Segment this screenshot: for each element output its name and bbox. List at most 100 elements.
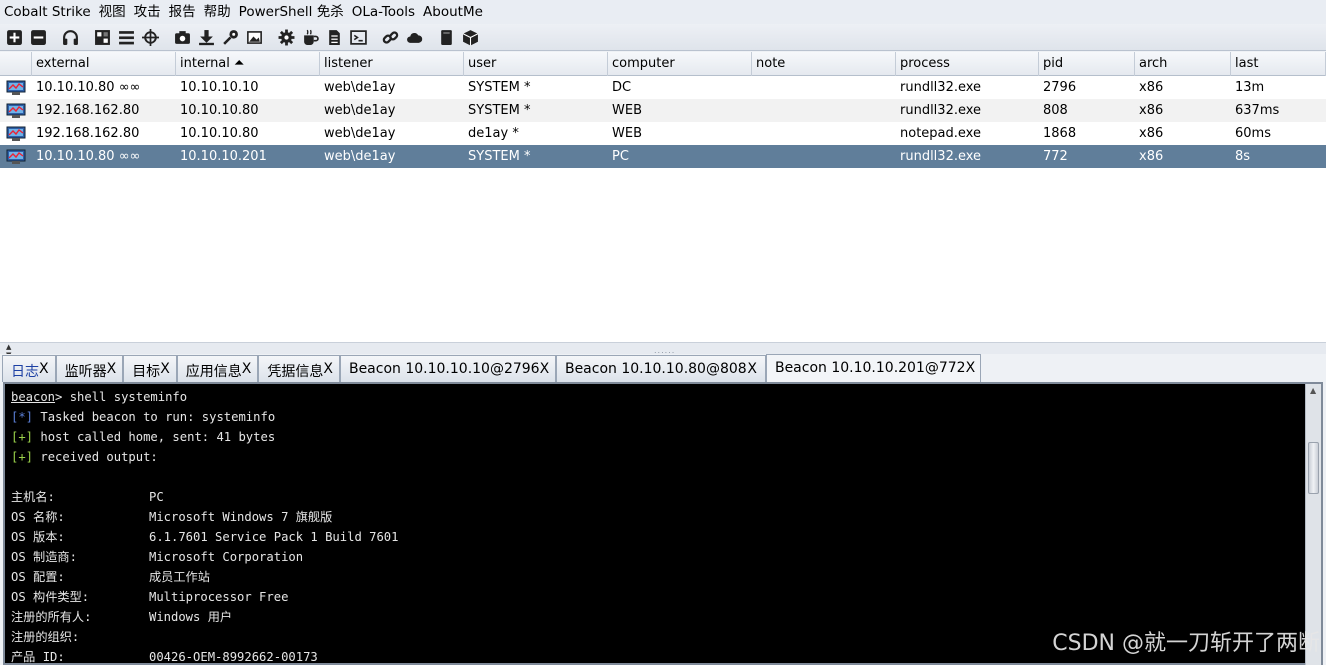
menu-attack[interactable]: 攻击	[130, 1, 165, 23]
camera-icon[interactable]	[171, 26, 193, 48]
col-listener[interactable]: listener	[320, 52, 464, 76]
book-icon[interactable]	[435, 26, 457, 48]
col-pid[interactable]: pid	[1039, 52, 1135, 76]
crosshair-icon[interactable]	[139, 26, 161, 48]
col-arch[interactable]: arch	[1135, 52, 1231, 76]
field-key: 注册的所有人:	[11, 610, 92, 624]
tab-listeners[interactable]: 监听器 X	[55, 355, 124, 382]
tab-close-button[interactable]: X	[242, 361, 252, 382]
tab-close-button[interactable]: X	[540, 361, 550, 382]
tab-beacon-808[interactable]: Beacon 10.10.10.80@808 X	[555, 355, 766, 382]
tab-label: Beacon 10.10.10.10@2796	[348, 361, 540, 377]
systeminfo-field: 主机名: PC	[11, 487, 1305, 507]
col-internal[interactable]: internal ⏶	[176, 52, 320, 76]
col-process[interactable]: process	[896, 52, 1039, 76]
tab-label: 监听器	[64, 364, 107, 380]
cell-last: 8s	[1235, 149, 1251, 164]
menu-about-me[interactable]: AboutMe	[419, 1, 487, 23]
tab-beacon-772[interactable]: Beacon 10.10.10.201@772 X	[765, 354, 981, 382]
field-key: OS 版本:	[11, 530, 65, 544]
tab-close-button[interactable]: X	[160, 361, 170, 382]
col-external[interactable]: external	[32, 52, 176, 76]
tab-label: Beacon 10.10.10.80@808	[564, 361, 747, 377]
beacon-computer-icon	[0, 149, 32, 165]
field-value: 6.1.7601 Service Pack 1 Build 7601	[149, 530, 399, 544]
tab-log[interactable]: 日志 X	[2, 355, 56, 382]
menu-reports[interactable]: 报告	[165, 1, 200, 23]
cell-arch: x86	[1139, 80, 1164, 95]
cell-process: rundll32.exe	[900, 149, 982, 164]
field-value: 成员工作站	[149, 570, 210, 584]
tab-label: 目标	[132, 364, 161, 380]
terminal-icon[interactable]	[347, 26, 369, 48]
package-icon[interactable]	[459, 26, 481, 48]
cell-process: notepad.exe	[900, 126, 981, 141]
cell-user: SYSTEM *	[468, 103, 531, 118]
tab-close-button[interactable]: X	[747, 361, 757, 382]
table-row[interactable]: 192.168.162.80 10.10.10.80 web\de1ay de1ay …	[0, 122, 1326, 145]
download-icon[interactable]	[195, 26, 217, 48]
cell-listener: web\de1ay	[324, 103, 396, 118]
tab-beacon-2796[interactable]: Beacon 10.10.10.10@2796 X	[339, 355, 556, 382]
console-line-text: received output:	[33, 450, 158, 464]
field-key: OS 构件类型:	[11, 590, 90, 604]
console-scrollbar[interactable]: ▲	[1305, 384, 1321, 665]
coffee-icon[interactable]	[299, 26, 321, 48]
network-graph-icon[interactable]	[91, 26, 113, 48]
document-icon[interactable]	[323, 26, 345, 48]
pane-splitter[interactable]: ▲▼ ......	[0, 342, 1326, 359]
field-key: OS 名称:	[11, 510, 65, 524]
table-row[interactable]: 10.10.10.80 ∞∞ 10.10.10.201 web\de1ay SYSTE…	[0, 145, 1326, 168]
plus-icon[interactable]	[3, 26, 25, 48]
cell-arch: x86	[1139, 149, 1164, 164]
field-value: Microsoft Corporation	[149, 550, 304, 564]
image-icon[interactable]	[243, 26, 265, 48]
cell-computer: PC	[612, 149, 629, 164]
menu-help[interactable]: 帮助	[200, 1, 235, 23]
table-row[interactable]: 10.10.10.80 ∞∞ 10.10.10.10 web\de1ay SYSTEM…	[0, 76, 1326, 99]
scroll-up-icon[interactable]: ▲	[1310, 386, 1316, 395]
console-command: > shell systeminfo	[55, 390, 188, 404]
tab-applications[interactable]: 应用信息 X	[176, 355, 259, 382]
field-value: Microsoft Windows 7 旗舰版	[149, 510, 333, 524]
col-user[interactable]: user	[464, 52, 608, 76]
console-prompt: beacon	[11, 390, 56, 404]
beacon-computer-icon	[0, 126, 32, 142]
cell-user: SYSTEM *	[468, 80, 531, 95]
menu-view[interactable]: 视图	[95, 1, 130, 23]
tab-close-button[interactable]: X	[323, 361, 333, 382]
cell-computer: WEB	[612, 103, 642, 118]
menu-cobalt-strike[interactable]: Cobalt Strike	[0, 1, 95, 23]
cell-computer: DC	[612, 80, 632, 95]
cloud-icon[interactable]	[403, 26, 425, 48]
tab-credentials[interactable]: 凭据信息 X	[258, 355, 340, 382]
link-icon[interactable]	[379, 26, 401, 48]
systeminfo-field: OS 版本: 6.1.7601 Service Pack 1 Build 7601	[11, 527, 1305, 547]
list-icon[interactable]	[115, 26, 137, 48]
table-row[interactable]: 192.168.162.80 10.10.10.80 web\de1ay SYSTEM…	[0, 99, 1326, 122]
tab-targets[interactable]: 目标 X	[123, 355, 177, 382]
menu-powershell[interactable]: PowerShell 免杀	[235, 1, 348, 23]
col-last[interactable]: last	[1231, 52, 1326, 76]
watermark: CSDN @就一刀斩开了两断	[1052, 631, 1320, 656]
menu-ola-tools[interactable]: OLa-Tools	[348, 1, 419, 23]
tab-close-button[interactable]: X	[107, 361, 117, 382]
col-note[interactable]: note	[752, 52, 896, 76]
tab-bar: 日志 X 监听器 X 目标 X 应用信息 X 凭据信息 X Beacon 10.10.10…	[0, 354, 1326, 382]
tab-label: 应用信息	[185, 364, 242, 380]
headphones-icon[interactable]	[59, 26, 81, 48]
tab-close-button[interactable]: X	[39, 361, 49, 382]
gear-icon[interactable]	[275, 26, 297, 48]
status-tag: [+]	[11, 450, 34, 464]
systeminfo-field: OS 名称: Microsoft Windows 7 旗舰版	[11, 507, 1305, 527]
scroll-thumb[interactable]	[1308, 442, 1319, 494]
sessions-table: external internal ⏶ listener user comput…	[0, 52, 1326, 342]
console-output[interactable]: beacon> shell systeminfo [*] Tasked beac…	[5, 384, 1305, 665]
cell-arch: x86	[1139, 103, 1164, 118]
col-computer[interactable]: computer	[608, 52, 752, 76]
key-icon[interactable]	[219, 26, 241, 48]
tab-close-button[interactable]: X	[966, 360, 976, 382]
minus-icon[interactable]	[27, 26, 49, 48]
cell-last: 637ms	[1235, 103, 1280, 118]
